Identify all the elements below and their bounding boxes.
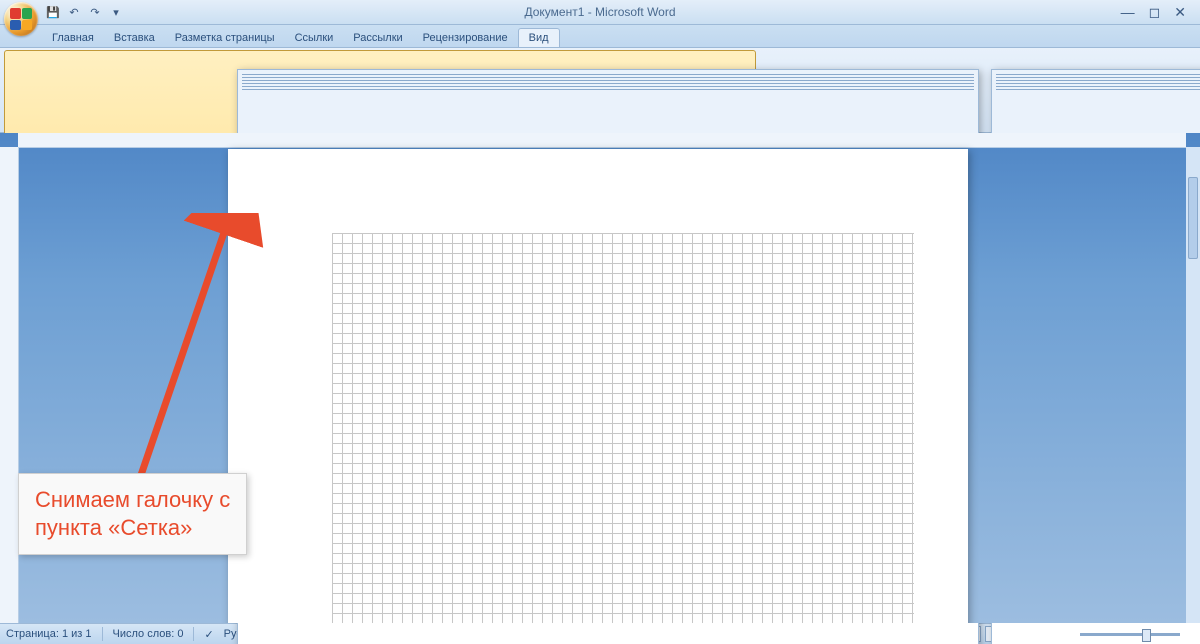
- window-controls: — ◻ ✕: [1121, 4, 1200, 21]
- status-page[interactable]: Страница: 1 из 1: [6, 628, 92, 640]
- scrollbar-thumb[interactable]: [1188, 177, 1198, 259]
- tab-mailings[interactable]: Рассылки: [343, 29, 412, 47]
- callout-line2: пункта «Сетка»: [35, 514, 230, 542]
- document-page[interactable]: [228, 149, 968, 623]
- minimize-button[interactable]: —: [1121, 4, 1135, 21]
- tab-page-layout[interactable]: Разметка страницы: [165, 29, 285, 47]
- undo-icon[interactable]: ↶: [65, 3, 83, 21]
- zoom-slider-thumb[interactable]: [1142, 629, 1151, 642]
- gridlines: [332, 233, 914, 623]
- tab-home[interactable]: Главная: [42, 29, 104, 47]
- qat-customize-icon[interactable]: ▾: [107, 3, 125, 21]
- close-button[interactable]: ✕: [1174, 4, 1186, 21]
- annotation-callout: Снимаем галочку с пункта «Сетка»: [18, 473, 247, 555]
- maximize-button[interactable]: ◻: [1149, 4, 1161, 21]
- redo-icon[interactable]: ↷: [86, 3, 104, 21]
- group-document-views: Разметка страницы Режим чтения Веб-докум…: [0, 48, 1200, 132]
- document-area: Снимаем галочку с пункта «Сетка»: [0, 133, 1200, 623]
- vertical-scrollbar[interactable]: [1186, 147, 1200, 623]
- horizontal-ruler[interactable]: [18, 133, 1186, 148]
- app-window: 💾 ↶ ↷ ▾ Документ1 - Microsoft Word — ◻ ✕…: [0, 0, 1200, 644]
- callout-line1: Снимаем галочку с: [35, 486, 230, 514]
- tab-insert[interactable]: Вставка: [104, 29, 165, 47]
- save-icon[interactable]: 💾: [44, 3, 62, 21]
- status-spellcheck-icon[interactable]: ✓: [204, 628, 213, 641]
- zoom-slider[interactable]: [1080, 633, 1180, 636]
- window-title: Документ1 - Microsoft Word: [524, 5, 675, 19]
- tab-view[interactable]: Вид: [518, 28, 560, 47]
- vertical-ruler[interactable]: [0, 147, 19, 623]
- tab-review[interactable]: Рецензирование: [413, 29, 518, 47]
- status-word-count[interactable]: Число слов: 0: [113, 628, 184, 640]
- ribbon: Разметка страницы Режим чтения Веб-докум…: [0, 48, 1200, 133]
- office-logo-icon: [10, 8, 32, 30]
- office-button[interactable]: [4, 2, 38, 36]
- tab-references[interactable]: Ссылки: [285, 29, 344, 47]
- titlebar: 💾 ↶ ↷ ▾ Документ1 - Microsoft Word — ◻ ✕: [0, 0, 1200, 25]
- quick-access-toolbar: 💾 ↶ ↷ ▾: [44, 3, 125, 21]
- ribbon-tabs: Главная Вставка Разметка страницы Ссылки…: [0, 25, 1200, 48]
